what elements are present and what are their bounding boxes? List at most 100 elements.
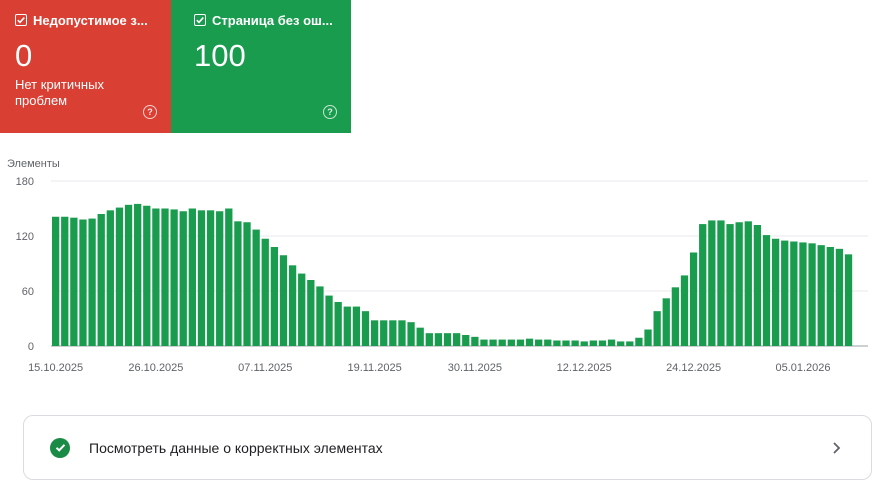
- bar: [553, 340, 561, 346]
- valid-card-header[interactable]: Страница без ош...: [194, 12, 341, 28]
- y-tick-label: 60: [22, 286, 34, 298]
- y-tick-label: 120: [16, 231, 34, 243]
- bar: [188, 208, 196, 346]
- bar: [61, 216, 69, 346]
- bar: [307, 280, 315, 346]
- bar: [644, 329, 652, 346]
- bar: [671, 287, 680, 346]
- invalid-count: 0: [15, 38, 33, 73]
- bar: [88, 218, 96, 346]
- bar: [498, 339, 506, 346]
- valid-card-title: Страница без ош...: [212, 12, 333, 28]
- invalid-card[interactable]: Недопустимое з... 0 Нет критичных пробле…: [0, 0, 171, 133]
- bar: [425, 333, 433, 346]
- checkbox-checked-icon[interactable]: [15, 14, 27, 26]
- check-circle-icon: [50, 437, 70, 458]
- bar: [516, 339, 525, 346]
- x-tick-label: 26.10.2025: [128, 362, 183, 374]
- view-valid-items-label: Посмотреть данные о корректных элементах: [89, 439, 383, 456]
- bar: [152, 208, 160, 346]
- x-tick-label: 05.01.2026: [775, 362, 830, 374]
- bar: [325, 295, 333, 346]
- bar: [735, 222, 743, 346]
- help-icon[interactable]: ?: [143, 105, 157, 119]
- bar: [380, 320, 388, 346]
- valid-count: 100: [194, 38, 246, 73]
- bar: [316, 286, 324, 346]
- bar: [161, 208, 169, 346]
- bar: [97, 214, 105, 346]
- bar: [361, 311, 370, 346]
- bar: [717, 220, 725, 346]
- bar: [635, 337, 643, 346]
- bar: [334, 302, 342, 346]
- bar: [480, 339, 488, 346]
- bar: [279, 255, 288, 346]
- bar: [489, 339, 497, 346]
- checkbox-checked-icon[interactable]: [194, 14, 206, 26]
- bar: [571, 340, 579, 346]
- x-tick-label: 15.10.2025: [28, 362, 83, 374]
- bar: [170, 209, 178, 346]
- bar: [580, 341, 588, 346]
- bar: [753, 225, 762, 346]
- bar: [115, 207, 124, 346]
- bar: [562, 340, 570, 346]
- bar: [270, 247, 279, 346]
- bar: [808, 243, 816, 346]
- bar: [462, 335, 470, 346]
- bar: [343, 306, 351, 346]
- bar: [507, 339, 515, 346]
- bar: [179, 211, 187, 346]
- y-axis-label: Элементы: [7, 158, 60, 170]
- view-valid-items-link[interactable]: Посмотреть данные о корректных элементах: [23, 415, 872, 480]
- help-icon[interactable]: ?: [323, 105, 337, 119]
- bar: [817, 245, 825, 346]
- bar: [771, 238, 780, 346]
- x-tick-label: 12.12.2025: [557, 362, 612, 374]
- x-tick-label: 24.12.2025: [666, 362, 721, 374]
- bar: [416, 327, 424, 346]
- bar: [653, 311, 661, 346]
- bar: [389, 320, 397, 346]
- bar: [544, 339, 552, 346]
- invalid-card-title: Недопустимое з...: [33, 12, 148, 28]
- bar: [370, 320, 379, 346]
- bar: [453, 333, 461, 346]
- bar: [525, 338, 534, 346]
- bar: [535, 339, 543, 346]
- bar: [626, 341, 634, 346]
- invalid-card-header[interactable]: Недопустимое з...: [15, 12, 161, 28]
- bar: [106, 210, 114, 346]
- bar: [288, 265, 297, 346]
- bar: [225, 208, 233, 346]
- bar: [261, 238, 269, 346]
- bar: [352, 306, 361, 346]
- bar: [216, 211, 224, 346]
- bar: [124, 204, 133, 346]
- bar: [617, 341, 625, 346]
- items-bar-chart: Элементы 0 60 120 180 15.10.2025 26.10.2025 07.…: [7, 158, 868, 374]
- bar: [680, 275, 689, 346]
- bar: [52, 216, 60, 346]
- bar: [726, 224, 734, 346]
- bar: [206, 210, 215, 346]
- x-tick-label: 19.11.2025: [347, 362, 401, 374]
- bar: [598, 340, 607, 346]
- bar: [826, 247, 834, 346]
- chevron-right-icon: [833, 442, 841, 454]
- bar: [298, 273, 306, 346]
- bar: [434, 333, 443, 346]
- bar: [589, 340, 597, 346]
- invalid-card-subtitle: Нет критичных проблем: [15, 77, 104, 108]
- bar: [799, 242, 807, 346]
- bar: [844, 254, 853, 346]
- valid-card[interactable]: Страница без ош... 100 ?: [171, 0, 351, 133]
- bar: [70, 217, 78, 346]
- bar: [708, 220, 716, 346]
- bar: [252, 229, 260, 346]
- bar: [398, 320, 406, 346]
- bar: [689, 252, 698, 346]
- y-tick-label: 0: [28, 341, 34, 353]
- bar: [744, 221, 752, 346]
